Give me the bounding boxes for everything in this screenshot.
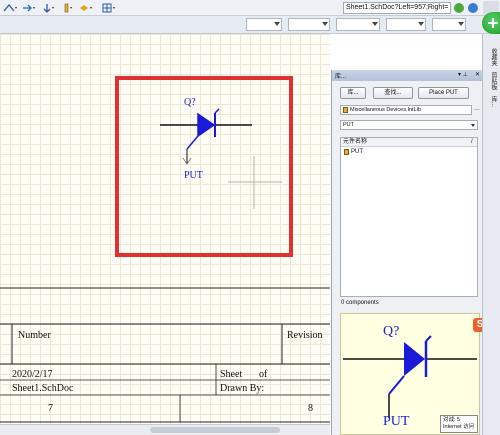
dock-tab-favorites[interactable]: 收藏夹 <box>486 48 498 66</box>
library-panel-title: 库... <box>335 74 347 80</box>
bus-tool-icon[interactable] <box>22 2 36 14</box>
secondary-toolbar <box>0 16 500 34</box>
library-panel: 库... ▾ ⊥ ✕ 库... 查找... Place PUT Miscella… <box>331 70 483 435</box>
filter-input-value: PUT <box>343 122 354 128</box>
library-select-value: Miscellaneous Devices.IntLib <box>350 107 421 113</box>
filter-combo-3[interactable] <box>336 18 380 31</box>
pin-panel-icon[interactable]: ▾ ⊥ <box>458 71 468 78</box>
preview-comment: PUT <box>383 414 410 429</box>
wire-tool-icon[interactable] <box>3 2 17 14</box>
status-tooltip: 对战: 5 Internet 访问 <box>440 415 478 433</box>
part-designator: Q? <box>184 97 196 108</box>
sheet-address-field[interactable]: Sheet1.SchDoc?Left=957;Right= <box>343 2 451 14</box>
tb-zone-right: 8 <box>308 403 313 414</box>
part-comment: PUT <box>184 170 203 181</box>
grid-tool-icon[interactable] <box>102 2 118 14</box>
plus-icon <box>488 18 498 28</box>
tb-of-label: of <box>259 369 268 380</box>
component-list[interactable]: 元件名称 / PUT <box>340 137 478 297</box>
list-header-name: 元件名称 <box>343 139 368 145</box>
port-tool-icon[interactable] <box>42 2 56 14</box>
close-panel-icon[interactable]: ✕ <box>475 71 480 78</box>
library-panel-titlebar: 库... ▾ ⊥ ✕ <box>332 70 483 81</box>
put-thyristor-symbol <box>160 108 252 165</box>
tb-drawn-by-label: Drawn By: <box>220 383 265 394</box>
tb-revision-label: Revision <box>287 330 323 341</box>
filter-dropdown-icon[interactable] <box>471 124 475 127</box>
tb-date: 2020/2/17 <box>12 369 53 380</box>
place-component-button[interactable]: Place PUT <box>418 87 469 99</box>
assist-float-button[interactable] <box>482 12 500 34</box>
schematic-canvas[interactable]: Q? PUT Number Revision 2020/2/17 Sheet o… <box>0 34 330 435</box>
tooltip-line-2: Internet 访问 <box>443 424 475 430</box>
list-header-sort[interactable]: / <box>471 138 473 147</box>
highlight-box <box>115 76 293 257</box>
shape-tool-icon[interactable] <box>80 2 96 14</box>
search-button[interactable]: 查找... <box>373 87 413 99</box>
list-item[interactable]: PUT <box>343 148 475 156</box>
library-select[interactable]: Miscellaneous Devices.IntLib <box>340 105 472 115</box>
go-forward-icon[interactable] <box>454 3 464 13</box>
tooltip-line-1: 对战: 5 <box>443 417 461 423</box>
filter-combo-2[interactable] <box>288 18 330 31</box>
cursor-crosshair <box>228 156 282 209</box>
dock-tab-clipboard[interactable]: 剪贴板 <box>486 72 498 90</box>
list-item-name: PUT <box>351 149 363 155</box>
tb-sheet-label: Sheet <box>220 369 243 380</box>
list-header[interactable]: 元件名称 / <box>341 138 477 147</box>
preview-designator: Q? <box>383 324 400 339</box>
dock-tab-libraries[interactable]: 库... <box>486 96 498 107</box>
horizontal-scrollbar[interactable] <box>0 424 330 435</box>
scrollbar-thumb[interactable] <box>150 427 280 433</box>
main-toolbar: Sheet1.SchDoc?Left=957;Right= <box>0 0 500 16</box>
filter-combo-1[interactable] <box>246 18 282 31</box>
tb-zone-left: 7 <box>48 403 53 414</box>
library-menu-icon[interactable]: … <box>474 106 480 112</box>
tb-file-name: Sheet1.SchDoc <box>12 383 74 394</box>
tb-number-label: Number <box>18 330 51 341</box>
right-dock: 收藏夹 剪贴板 库... <box>482 34 500 435</box>
component-count: 0 components <box>341 300 379 306</box>
library-file-icon <box>343 107 348 113</box>
libraries-button[interactable]: 库... <box>340 87 366 99</box>
pin-tool-icon[interactable] <box>62 2 74 14</box>
component-icon <box>344 149 349 155</box>
filter-combo-4[interactable] <box>386 18 426 31</box>
go-back-icon[interactable] <box>468 3 478 13</box>
filter-combo-5[interactable] <box>432 18 466 31</box>
filter-input[interactable]: PUT <box>340 120 478 130</box>
